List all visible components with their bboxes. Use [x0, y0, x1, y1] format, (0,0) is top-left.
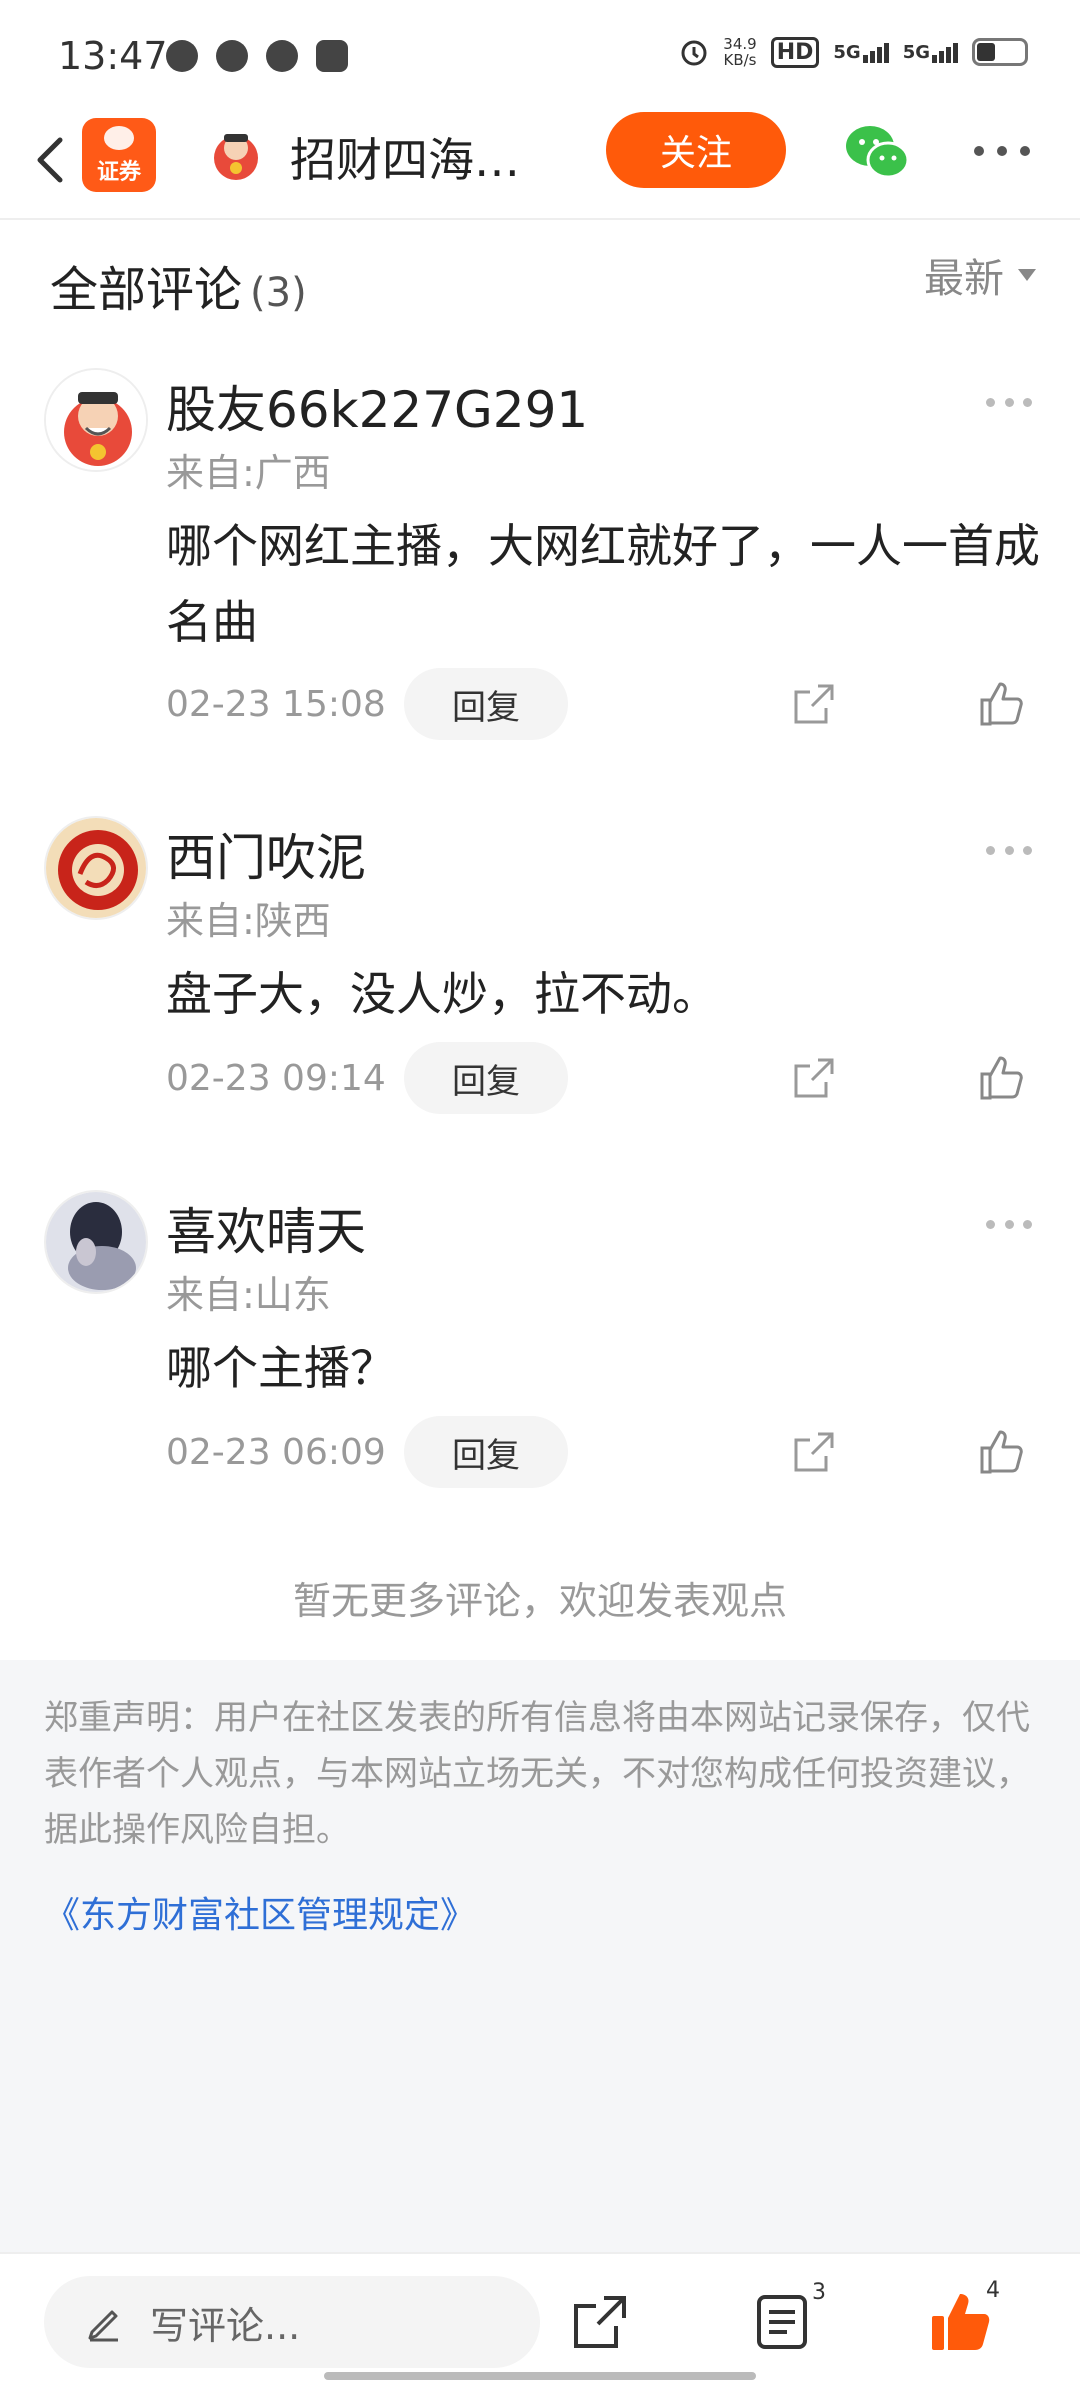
comment-meta: 02-23 06:09 回复	[166, 1416, 1046, 1488]
comment-meta: 02-23 15:08 回复	[166, 668, 1046, 740]
user-avatar[interactable]	[44, 1190, 148, 1294]
disclaimer-panel: 郑重声明：用户在社区发表的所有信息将由本网站记录保存，仅代表作者个人观点，与本网…	[0, 1660, 1080, 2252]
share-icon[interactable]	[792, 1430, 836, 1474]
notification-icons	[166, 40, 348, 72]
user-location: 来自:山东	[166, 1273, 331, 1317]
top-nav-bar: 证券 招财四海… 关注	[0, 110, 1080, 220]
bottom-action-bar: 写评论... 3 4	[0, 2252, 1080, 2388]
comment-list-icon[interactable]	[756, 2294, 808, 2350]
comments-count: (3)	[250, 270, 307, 316]
user-location: 来自:广西	[166, 451, 331, 495]
comment-time: 02-23 06:09	[166, 1432, 386, 1473]
net-speed: 34.9 KB/s	[723, 35, 757, 69]
status-bar: 13:47 34.9 KB/s HD 5G 5G	[0, 0, 1080, 110]
more-options-icon[interactable]	[974, 146, 1030, 158]
wechat-icon	[166, 40, 198, 72]
battery-icon	[972, 38, 1028, 66]
thumbs-up-icon[interactable]	[978, 1054, 1026, 1102]
back-arrow-icon[interactable]	[24, 130, 84, 190]
user-avatar[interactable]	[44, 368, 148, 472]
app-logo[interactable]: 证券	[82, 118, 156, 192]
reply-button[interactable]: 回复	[404, 668, 568, 740]
comment-time: 02-23 09:14	[166, 1058, 386, 1099]
user-avatar[interactable]	[44, 816, 148, 920]
share-icon[interactable]	[792, 682, 836, 726]
app-icon	[216, 40, 248, 72]
share-icon[interactable]	[792, 1056, 836, 1100]
comment-time: 02-23 15:08	[166, 684, 386, 725]
username[interactable]: 股友66k227G291	[166, 370, 588, 442]
hd-voice-icon: HD	[770, 36, 820, 68]
alarm-icon	[681, 40, 707, 66]
no-more-comments: 暂无更多评论，欢迎发表观点	[292, 1579, 787, 1623]
write-comment-placeholder: 写评论...	[150, 2303, 301, 2348]
like-count-badge: 4	[986, 2278, 1000, 2303]
thumbs-up-filled-icon[interactable]	[928, 2290, 992, 2354]
comment-text: 哪个网红主播，大网红就好了，一人一首成名曲	[166, 519, 1040, 649]
comment-count-badge: 3	[812, 2280, 826, 2305]
community-rules-link[interactable]: 《东方财富社区管理规定》	[44, 1886, 476, 1938]
comment-more-icon[interactable]	[986, 846, 1032, 856]
disclaimer-text: 郑重声明：用户在社区发表的所有信息将由本网站记录保存，仅代表作者个人观点，与本网…	[44, 1698, 1030, 1850]
comments-header: 全部评论 (3)	[50, 250, 307, 320]
comment-text: 哪个主播？	[166, 1341, 396, 1395]
system-indicators: 34.9 KB/s HD 5G 5G	[679, 36, 1028, 68]
comment-more-icon[interactable]	[986, 398, 1032, 408]
reply-button[interactable]: 回复	[404, 1416, 568, 1488]
signal-sim1-icon: 5G	[833, 42, 889, 63]
home-indicator[interactable]	[324, 2372, 756, 2380]
follow-button[interactable]: 关注	[606, 112, 786, 188]
telegram-icon	[266, 40, 298, 72]
author-name[interactable]: 招财四海…	[290, 124, 550, 190]
share-icon[interactable]	[572, 2294, 628, 2350]
wechat-share-icon[interactable]	[842, 120, 914, 184]
user-location: 来自:陕西	[166, 899, 331, 943]
username[interactable]: 西门吹泥	[166, 818, 366, 890]
write-comment-input[interactable]: 写评论...	[44, 2276, 540, 2368]
signal-sim2-icon: 5G	[903, 42, 958, 63]
sort-dropdown[interactable]: 最新	[924, 246, 1036, 304]
pen-icon	[88, 2310, 118, 2342]
comment-meta: 02-23 09:14 回复	[166, 1042, 1046, 1114]
comment-more-icon[interactable]	[986, 1220, 1032, 1230]
caret-down-icon	[1018, 269, 1036, 281]
username[interactable]: 喜欢晴天	[166, 1192, 366, 1264]
reply-button[interactable]: 回复	[404, 1042, 568, 1114]
comment-text: 盘子大，没人炒，拉不动。	[166, 967, 718, 1021]
comments-title: 全部评论	[50, 262, 243, 318]
status-time: 13:47	[58, 34, 168, 78]
author-avatar[interactable]	[206, 124, 266, 184]
app2-icon	[316, 40, 348, 72]
thumbs-up-icon[interactable]	[978, 680, 1026, 728]
thumbs-up-icon[interactable]	[978, 1428, 1026, 1476]
